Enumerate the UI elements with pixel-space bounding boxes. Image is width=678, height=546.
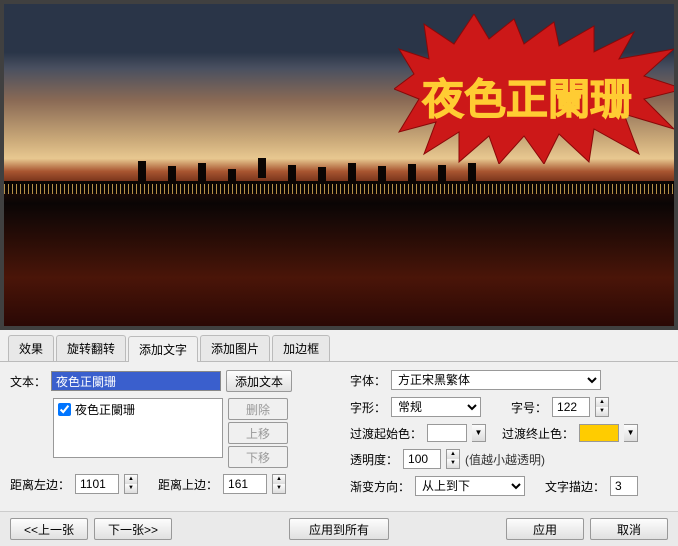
text-overlay-burst: 夜色正闌珊 [394, 14, 674, 164]
opacity-hint: (值越小越透明) [465, 451, 545, 468]
text-label: 文本： [10, 373, 46, 390]
margin-top-stepper[interactable]: ▲▼ [272, 474, 286, 494]
gradient-end-label: 过渡终止色： [502, 425, 574, 442]
text-listbox[interactable]: 夜色正闌珊 [53, 398, 223, 458]
size-label: 字号： [511, 399, 547, 416]
tab-effects[interactable]: 效果 [8, 335, 54, 361]
opacity-label: 透明度： [350, 451, 398, 468]
preview-image: 夜色正闌珊 [4, 4, 674, 326]
gradient-start-color[interactable] [427, 424, 467, 442]
margin-left-label: 距离左边： [10, 476, 70, 493]
apply-button[interactable]: 应用 [506, 518, 584, 540]
gradient-dir-select[interactable]: 从上到下 [415, 476, 525, 496]
opacity-stepper[interactable]: ▲▼ [446, 449, 460, 469]
gradient-start-dropdown[interactable]: ▼ [472, 424, 486, 442]
size-input[interactable] [552, 397, 590, 417]
gradient-dir-label: 渐变方向： [350, 478, 410, 495]
font-select[interactable]: 方正宋黑繁体 [391, 370, 601, 390]
list-item-checkbox[interactable] [58, 403, 71, 416]
style-label: 字形： [350, 399, 386, 416]
cancel-button[interactable]: 取消 [590, 518, 668, 540]
delete-button[interactable]: 删除 [228, 398, 288, 420]
gradient-end-color[interactable] [579, 424, 619, 442]
list-item[interactable]: 夜色正闌珊 [54, 399, 222, 420]
font-label: 字体： [350, 372, 386, 389]
stroke-label: 文字描边： [545, 478, 605, 495]
next-button[interactable]: 下一张>> [94, 518, 172, 540]
text-input[interactable] [51, 371, 221, 391]
list-item-label: 夜色正闌珊 [75, 401, 135, 418]
prev-button[interactable]: <<上一张 [10, 518, 88, 540]
apply-all-button[interactable]: 应用到所有 [289, 518, 389, 540]
add-text-panel: 文本： 添加文本 夜色正闌珊 删除 上移 下移 距离左边： ▲▼ 距离上边 [0, 362, 678, 511]
tab-add-image[interactable]: 添加图片 [200, 335, 270, 361]
style-select[interactable]: 常规 [391, 397, 481, 417]
margin-left-stepper[interactable]: ▲▼ [124, 474, 138, 494]
margin-top-input[interactable] [223, 474, 267, 494]
size-stepper[interactable]: ▲▼ [595, 397, 609, 417]
opacity-input[interactable] [403, 449, 441, 469]
preview-area: 夜色正闌珊 [0, 0, 678, 330]
overlay-text: 夜色正闌珊 [422, 66, 632, 127]
tab-add-border[interactable]: 加边框 [272, 335, 330, 361]
stroke-input[interactable] [610, 476, 638, 496]
margin-top-label: 距离上边： [158, 476, 218, 493]
bottom-bar: <<上一张 下一张>> 应用到所有 应用 取消 [0, 511, 678, 546]
margin-left-input[interactable] [75, 474, 119, 494]
move-up-button[interactable]: 上移 [228, 422, 288, 444]
gradient-start-label: 过渡起始色： [350, 425, 422, 442]
gradient-end-dropdown[interactable]: ▼ [624, 424, 638, 442]
tab-rotate[interactable]: 旋转翻转 [56, 335, 126, 361]
add-text-button[interactable]: 添加文本 [226, 370, 292, 392]
tabs-bar: 效果 旋转翻转 添加文字 添加图片 加边框 [0, 330, 678, 362]
tab-add-text[interactable]: 添加文字 [128, 336, 198, 362]
move-down-button[interactable]: 下移 [228, 446, 288, 468]
